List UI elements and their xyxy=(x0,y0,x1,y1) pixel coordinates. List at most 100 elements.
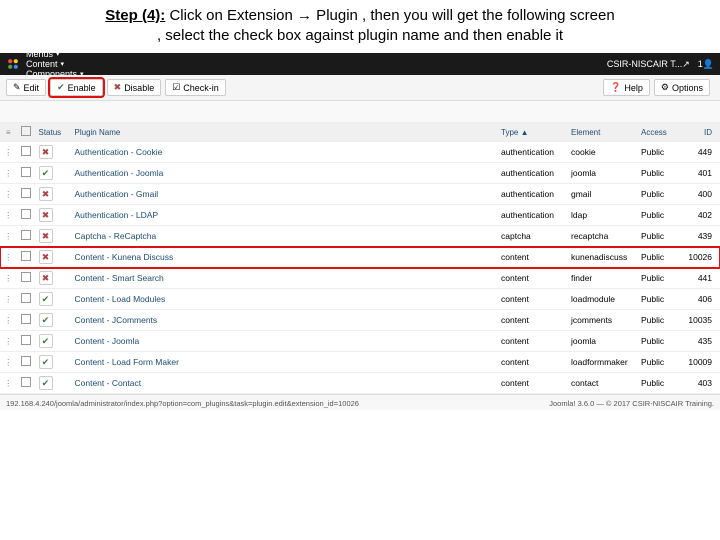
drag-handle[interactable]: ⋮ xyxy=(0,352,17,373)
cell-type: content xyxy=(497,352,567,373)
plugin-name-link[interactable]: Content - Kunena Discuss xyxy=(75,252,174,262)
col-access[interactable]: Access xyxy=(637,123,682,142)
row-checkbox[interactable] xyxy=(21,230,31,240)
row-checkbox[interactable] xyxy=(21,335,31,345)
cell-id: 10009 xyxy=(682,352,720,373)
help-button[interactable]: ❓Help xyxy=(603,79,650,96)
status-disabled-icon[interactable]: ✖ xyxy=(39,145,53,159)
cell-access: Public xyxy=(637,226,682,247)
drag-handle[interactable]: ⋮ xyxy=(0,226,17,247)
plugin-name-link[interactable]: Authentication - Gmail xyxy=(75,189,159,199)
drag-handle[interactable]: ⋮ xyxy=(0,247,17,268)
drag-handle[interactable]: ⋮ xyxy=(0,142,17,163)
status-disabled-icon[interactable]: ✖ xyxy=(39,250,53,264)
col-type[interactable]: Type ▲ xyxy=(497,123,567,142)
status-enabled-icon[interactable]: ✔ xyxy=(39,334,53,348)
drag-handle[interactable]: ⋮ xyxy=(0,205,17,226)
drag-handle[interactable]: ⋮ xyxy=(0,331,17,352)
plugin-name-link[interactable]: Content - Load Form Maker xyxy=(75,357,179,367)
drag-handle[interactable]: ⋮ xyxy=(0,184,17,205)
plugin-name-link[interactable]: Content - Joomla xyxy=(75,336,140,346)
row-checkbox[interactable] xyxy=(21,146,31,156)
options-button[interactable]: ⚙Options xyxy=(654,79,710,96)
cell-type: captcha xyxy=(497,226,567,247)
admin-menu-system[interactable]: System▾ xyxy=(26,29,84,39)
drag-handle[interactable]: ⋮ xyxy=(0,373,17,394)
plugin-name-link[interactable]: Authentication - LDAP xyxy=(75,210,159,220)
edit-button[interactable]: ✎Edit xyxy=(6,79,46,96)
plugin-name-link[interactable]: Captcha - ReCaptcha xyxy=(75,231,157,241)
cell-access: Public xyxy=(637,163,682,184)
status-disabled-icon[interactable]: ✖ xyxy=(39,229,53,243)
caret-down-icon: ▾ xyxy=(56,50,60,58)
row-checkbox[interactable] xyxy=(21,209,31,219)
checkin-button[interactable]: ☑Check-in xyxy=(165,79,226,96)
row-checkbox[interactable] xyxy=(21,188,31,198)
status-bar: 192.168.4.240/joomla/administrator/index… xyxy=(0,394,720,410)
footer-copyright: Joomla! 3.6.0 — © 2017 CSIR-NISCAIR Trai… xyxy=(549,399,714,408)
caret-down-icon: ▾ xyxy=(80,70,84,78)
site-name-link[interactable]: CSIR-NISCAIR T... ↗ xyxy=(607,59,690,70)
cell-type: content xyxy=(497,331,567,352)
disable-button[interactable]: ✖Disable xyxy=(107,79,162,96)
cell-element: jcomments xyxy=(567,310,637,331)
cell-id: 441 xyxy=(682,268,720,289)
row-checkbox[interactable] xyxy=(21,356,31,366)
row-checkbox[interactable] xyxy=(21,251,31,261)
status-enabled-icon[interactable]: ✔ xyxy=(39,166,53,180)
user-icon: 👤 xyxy=(703,59,714,70)
check-all-checkbox[interactable] xyxy=(21,126,31,136)
plugin-name-link[interactable]: Authentication - Cookie xyxy=(75,147,163,157)
plugin-name-link[interactable]: Content - JComments xyxy=(75,315,158,325)
status-disabled-icon[interactable]: ✖ xyxy=(39,271,53,285)
plugin-name-link[interactable]: Authentication - Joomla xyxy=(75,168,164,178)
caret-down-icon: ▾ xyxy=(59,30,63,38)
admin-menu-content[interactable]: Content▾ xyxy=(26,59,84,69)
plugin-name-link[interactable]: Content - Smart Search xyxy=(75,273,164,283)
admin-menu-menus[interactable]: Menus▾ xyxy=(26,49,84,59)
cell-type: authentication xyxy=(497,205,567,226)
drag-handle[interactable]: ⋮ xyxy=(0,289,17,310)
admin-menu-components[interactable]: Components▾ xyxy=(26,69,84,79)
row-checkbox[interactable] xyxy=(21,272,31,282)
cell-id: 435 xyxy=(682,331,720,352)
plugin-name-link[interactable]: Content - Contact xyxy=(75,378,142,388)
cell-type: content xyxy=(497,373,567,394)
row-checkbox[interactable] xyxy=(21,293,31,303)
status-disabled-icon[interactable]: ✖ xyxy=(39,187,53,201)
status-enabled-icon[interactable]: ✔ xyxy=(39,292,53,306)
status-enabled-icon[interactable]: ✔ xyxy=(39,376,53,390)
drag-handle[interactable]: ⋮ xyxy=(0,310,17,331)
plugin-name-link[interactable]: Content - Load Modules xyxy=(75,294,166,304)
col-status[interactable]: Status xyxy=(35,123,71,142)
col-check-all[interactable] xyxy=(17,123,35,142)
help-icon: ❓ xyxy=(610,82,621,93)
col-id[interactable]: ID xyxy=(682,123,720,142)
drag-handle[interactable]: ⋮ xyxy=(0,163,17,184)
cell-type: content xyxy=(497,247,567,268)
admin-menu-users[interactable]: Users▾ xyxy=(26,39,84,49)
cell-element: loadformmaker xyxy=(567,352,637,373)
col-sort-handle[interactable]: ≡ xyxy=(0,123,17,142)
row-checkbox[interactable] xyxy=(21,314,31,324)
row-checkbox[interactable] xyxy=(21,377,31,387)
status-enabled-icon[interactable]: ✔ xyxy=(39,313,53,327)
cell-element: joomla xyxy=(567,331,637,352)
cell-id: 402 xyxy=(682,205,720,226)
caret-down-icon: ▾ xyxy=(53,40,57,48)
cell-id: 400 xyxy=(682,184,720,205)
plugins-table: ≡ Status Plugin Name Type ▲ Element Acce… xyxy=(0,123,720,394)
table-row: ⋮✖Authentication - Cookieauthenticationc… xyxy=(0,142,720,163)
cell-type: content xyxy=(497,268,567,289)
enable-button[interactable]: ✔Enable xyxy=(50,79,103,96)
cell-element: recaptcha xyxy=(567,226,637,247)
col-element[interactable]: Element xyxy=(567,123,637,142)
drag-handle[interactable]: ⋮ xyxy=(0,268,17,289)
hover-url: 192.168.4.240/joomla/administrator/index… xyxy=(6,399,359,408)
col-plugin-name[interactable]: Plugin Name xyxy=(71,123,498,142)
cell-id: 449 xyxy=(682,142,720,163)
status-disabled-icon[interactable]: ✖ xyxy=(39,208,53,222)
row-checkbox[interactable] xyxy=(21,167,31,177)
user-count[interactable]: 1 👤 xyxy=(698,59,714,70)
status-enabled-icon[interactable]: ✔ xyxy=(39,355,53,369)
